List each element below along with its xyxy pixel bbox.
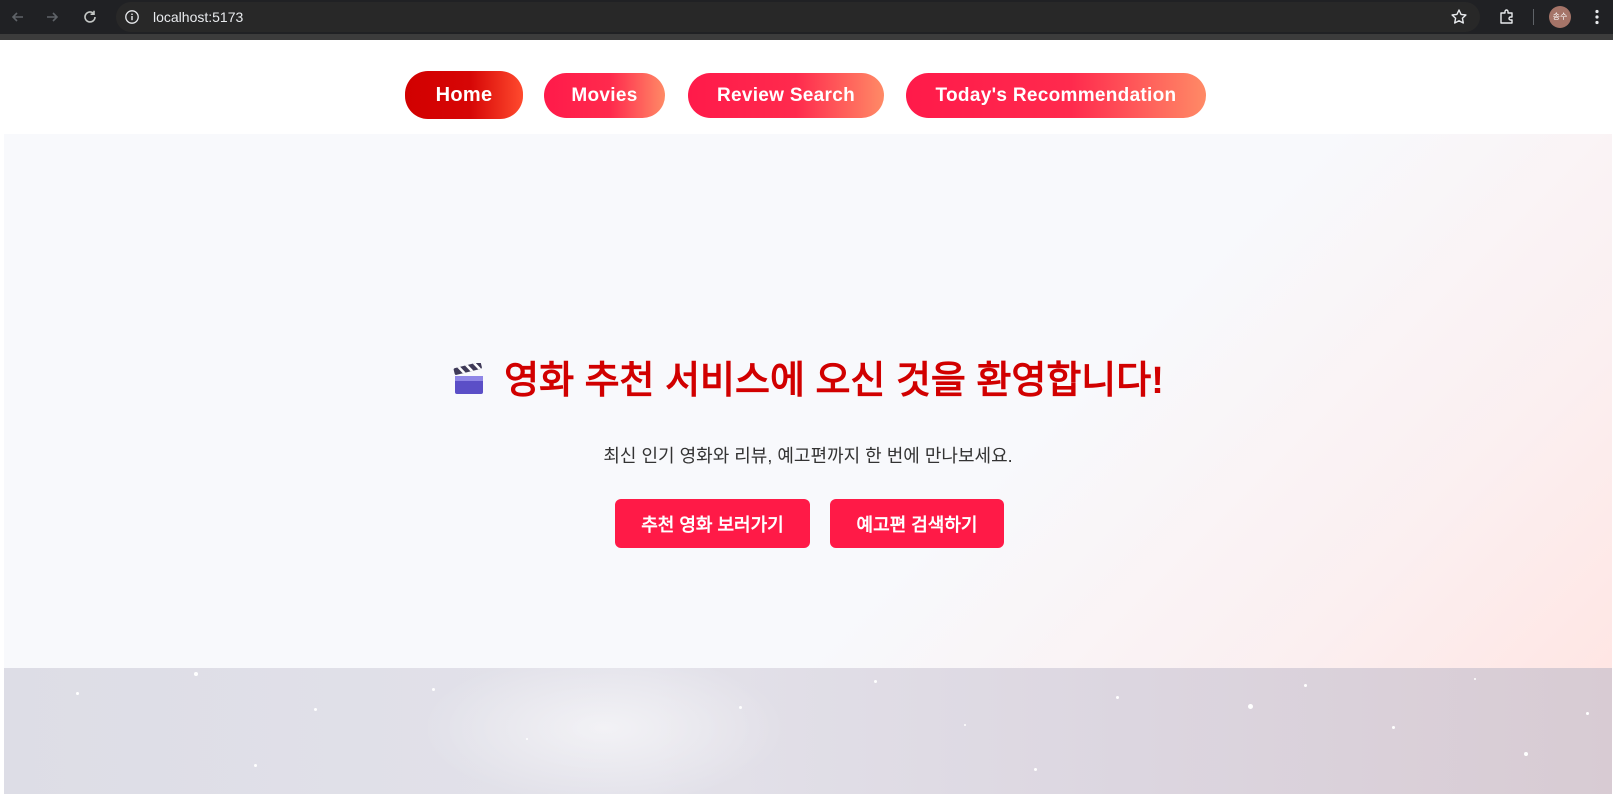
puzzle-icon[interactable] [1496, 6, 1518, 28]
star-dot [1034, 768, 1037, 771]
browser-toolbar: localhost:5173 송수 [0, 0, 1613, 34]
star-dot [874, 680, 877, 683]
hero-subtitle: 최신 인기 영화와 리뷰, 예고편까지 한 번에 만나보세요. [603, 446, 1013, 466]
star-dot [1304, 684, 1307, 687]
star-dot [1474, 678, 1476, 680]
avatar[interactable]: 송수 [1549, 6, 1571, 28]
url-text[interactable]: localhost:5173 [153, 9, 243, 25]
toolbar-divider [1533, 9, 1534, 25]
star-dot [194, 672, 198, 676]
star-dot [1116, 696, 1119, 699]
address-bar[interactable]: localhost:5173 [116, 2, 1480, 32]
top-navigation: Home Movies Review Search Today's Recomm… [4, 40, 1612, 134]
star-dot [76, 692, 79, 695]
nav-movies-button[interactable]: Movies [544, 73, 665, 118]
recommended-movies-button[interactable]: 추천 영화 보러가기 [615, 499, 810, 548]
nav-home-button[interactable]: Home [405, 71, 523, 119]
clapperboard-icon [453, 363, 484, 394]
star-dot [739, 706, 742, 709]
nav-todays-recommendation-button[interactable]: Today's Recommendation [906, 73, 1206, 118]
star-dot [1248, 704, 1253, 709]
trailer-search-button[interactable]: 예고편 검색하기 [830, 499, 1004, 548]
info-icon[interactable] [124, 9, 140, 25]
arrow-left-icon[interactable] [6, 5, 30, 29]
starfield-banner [4, 668, 1612, 794]
star-dot [254, 764, 257, 767]
arrow-right-icon[interactable] [40, 5, 64, 29]
page-viewport: Home Movies Review Search Today's Recomm… [4, 40, 1612, 794]
star-dot [1586, 712, 1589, 715]
star-dot [964, 724, 966, 726]
nav-review-search-button[interactable]: Review Search [688, 73, 884, 118]
reload-icon[interactable] [78, 5, 102, 29]
star-icon[interactable] [1450, 8, 1468, 26]
star-dot [314, 708, 317, 711]
star-dot [1524, 752, 1528, 756]
page-title: 영화 추천 서비스에 오신 것을 환영합니다! [4, 358, 1612, 404]
star-dot [432, 688, 435, 691]
star-dot [1392, 726, 1395, 729]
hero-title-text: 영화 추천 서비스에 오신 것을 환영합니다! [504, 360, 1164, 402]
kebab-menu-icon[interactable] [1586, 6, 1608, 28]
hero-section: 영화 추천 서비스에 오신 것을 환영합니다! 최신 인기 영화와 리뷰, 예고… [4, 134, 1612, 668]
star-dot [526, 738, 528, 740]
